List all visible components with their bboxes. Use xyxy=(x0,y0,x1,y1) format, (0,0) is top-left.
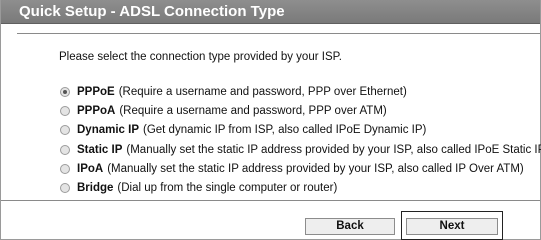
option-ipoa[interactable]: IPoA (Manually set the static IP address… xyxy=(60,159,541,178)
option-label: IPoA xyxy=(77,162,104,175)
option-static-ip[interactable]: Static IP (Manually set the static IP ad… xyxy=(60,140,541,159)
option-label: Dynamic IP xyxy=(77,124,139,137)
option-description: (Get dynamic IP from ISP, also called IP… xyxy=(143,124,427,137)
option-label: Static IP xyxy=(77,143,123,156)
page-title: Quick Setup - ADSL Connection Type xyxy=(1,0,540,24)
next-button[interactable]: Next xyxy=(406,218,498,235)
radio-ipoa[interactable] xyxy=(60,163,70,174)
bottom-divider xyxy=(1,200,540,201)
radio-pppoe[interactable] xyxy=(60,86,70,97)
option-pppoa[interactable]: PPPoA (Require a username and password, … xyxy=(60,101,541,120)
connection-type-options: PPPoE (Require a username and password, … xyxy=(60,82,541,198)
radio-dynamic-ip[interactable] xyxy=(60,125,70,136)
option-description: (Manually set the static IP address prov… xyxy=(107,162,524,175)
option-description: (Dial up from the single computer or rou… xyxy=(117,182,338,195)
option-pppoe[interactable]: PPPoE (Require a username and password, … xyxy=(60,82,541,101)
option-description: (Manually set the static IP address prov… xyxy=(126,143,541,156)
option-description: (Require a username and password, PPP ov… xyxy=(118,85,407,98)
option-label: Bridge xyxy=(77,182,114,195)
back-button[interactable]: Back xyxy=(305,218,395,235)
radio-pppoa[interactable] xyxy=(60,105,70,116)
quick-setup-panel: Quick Setup - ADSL Connection Type Pleas… xyxy=(0,0,541,240)
option-dynamic-ip[interactable]: Dynamic IP (Get dynamic IP from ISP, als… xyxy=(60,121,541,140)
option-bridge[interactable]: Bridge (Dial up from the single computer… xyxy=(60,178,541,197)
top-divider xyxy=(17,33,540,34)
option-label: PPPoE xyxy=(77,85,115,98)
option-label: PPPoA xyxy=(77,104,116,117)
instruction-text: Please select the connection type provid… xyxy=(59,51,342,63)
radio-bridge[interactable] xyxy=(60,183,70,194)
option-description: (Require a username and password, PPP ov… xyxy=(119,104,387,117)
radio-static-ip[interactable] xyxy=(60,144,70,155)
